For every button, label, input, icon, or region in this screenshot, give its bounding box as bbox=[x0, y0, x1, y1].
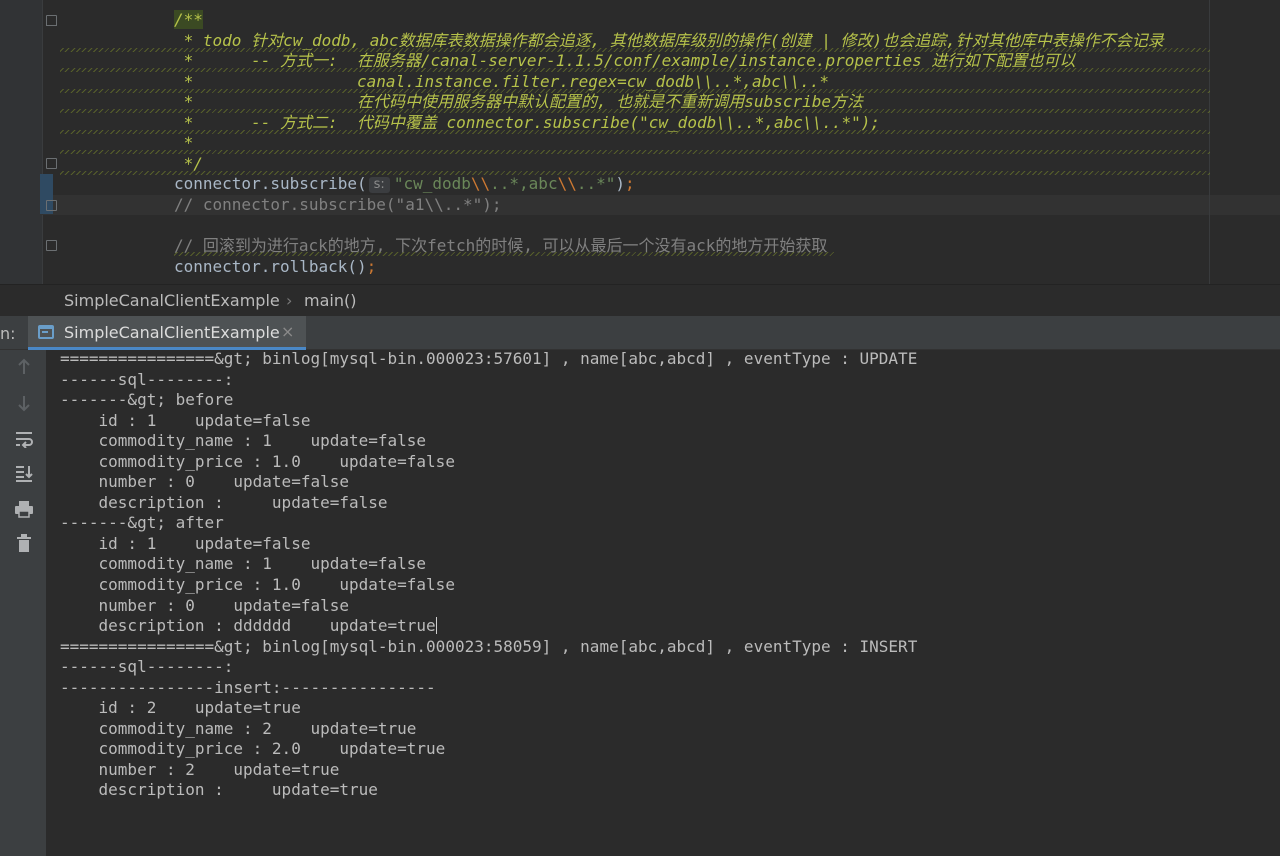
console-line: description : dddddd update=true bbox=[60, 616, 438, 636]
run-toolwindow-header: n: SimpleCanalClientExample × bbox=[0, 316, 1280, 350]
console-line: number : 0 update=false bbox=[60, 595, 349, 615]
print-icon[interactable] bbox=[13, 500, 35, 522]
console-line: -------&gt; before bbox=[60, 390, 234, 410]
console-line: number : 2 update=true bbox=[60, 759, 340, 779]
console-output[interactable]: ================&gt; binlog[mysql-bin.00… bbox=[46, 350, 1280, 856]
code-line-commented[interactable]: // connector.subscribe("a1\\..*"); bbox=[174, 195, 502, 215]
console-line: commodity_name : 1 update=false bbox=[60, 554, 427, 574]
run-tab-label: SimpleCanalClientExample bbox=[64, 323, 280, 342]
parameter-hint: s: bbox=[368, 177, 390, 193]
console-line: id : 1 update=false bbox=[60, 410, 311, 430]
soft-wrap-icon[interactable] bbox=[13, 430, 35, 452]
gutter-divider bbox=[42, 0, 43, 284]
fold-toggle-icon[interactable] bbox=[46, 15, 57, 26]
spellcheck-underline bbox=[174, 252, 834, 256]
console-line: commodity_price : 1.0 update=false bbox=[60, 575, 455, 595]
console-line: ------sql--------: bbox=[60, 657, 234, 677]
console-lines: ================&gt; binlog[mysql-bin.00… bbox=[60, 350, 917, 801]
spellcheck-underline bbox=[60, 130, 1210, 134]
console-line: id : 2 update=true bbox=[60, 698, 301, 718]
breadcrumb-method[interactable]: main() bbox=[304, 291, 356, 310]
trash-icon[interactable] bbox=[13, 534, 35, 556]
spellcheck-underline bbox=[60, 150, 1210, 154]
console-line: commodity_name : 2 update=true bbox=[60, 718, 417, 738]
console-line: commodity_price : 2.0 update=true bbox=[60, 739, 446, 759]
code-line-subscribe[interactable]: connector.subscribe(s: "cw_dodb\\..*,abc\… bbox=[174, 174, 635, 194]
console-line: ================&gt; binlog[mysql-bin.00… bbox=[60, 636, 918, 656]
breadcrumb: SimpleCanalClientExample › main() bbox=[0, 284, 1280, 316]
console-line: ----------------insert:---------------- bbox=[60, 677, 436, 697]
editor-gutter[interactable] bbox=[0, 0, 42, 284]
close-icon[interactable]: × bbox=[281, 322, 294, 341]
breadcrumb-class[interactable]: SimpleCanalClientExample bbox=[64, 291, 280, 310]
run-label: n: bbox=[0, 324, 16, 343]
code-line-rollback[interactable]: connector.rollback(); bbox=[174, 257, 376, 277]
run-tab[interactable]: SimpleCanalClientExample × bbox=[28, 316, 306, 350]
spellcheck-underline bbox=[60, 89, 1210, 93]
console-line: ------sql--------: bbox=[60, 369, 234, 389]
console-line: description : update=true bbox=[60, 780, 378, 800]
console-line: id : 1 update=false bbox=[60, 533, 311, 553]
code-editor[interactable]: /** * todo 针对cw_dodb, abc数据库表数据操作都会追逐, 其… bbox=[0, 0, 1280, 284]
doc-comment-line: /** bbox=[174, 10, 203, 29]
fold-toggle-icon[interactable] bbox=[46, 200, 57, 211]
text-cursor bbox=[435, 617, 438, 635]
console-line: ================&gt; binlog[mysql-bin.00… bbox=[60, 350, 918, 368]
right-margin-guide bbox=[1209, 0, 1210, 284]
breadcrumb-separator: › bbox=[286, 291, 293, 310]
scroll-to-end-icon[interactable] bbox=[13, 464, 35, 486]
run-toolbar bbox=[0, 350, 46, 856]
spellcheck-underline bbox=[60, 68, 1210, 72]
spellcheck-underline bbox=[60, 109, 1210, 113]
console-window-icon bbox=[38, 325, 54, 339]
fold-toggle-icon[interactable] bbox=[46, 158, 57, 169]
spellcheck-underline bbox=[60, 48, 1210, 52]
console-line: commodity_price : 1.0 update=false bbox=[60, 451, 455, 471]
console-line: -------&gt; after bbox=[60, 513, 224, 533]
down-arrow-icon[interactable] bbox=[13, 394, 35, 416]
console-line: number : 0 update=false bbox=[60, 472, 349, 492]
console-line: commodity_name : 1 update=false bbox=[60, 431, 427, 451]
console-line: description : update=false bbox=[60, 492, 388, 512]
fold-toggle-icon[interactable] bbox=[46, 240, 57, 251]
up-arrow-icon[interactable] bbox=[13, 358, 35, 380]
